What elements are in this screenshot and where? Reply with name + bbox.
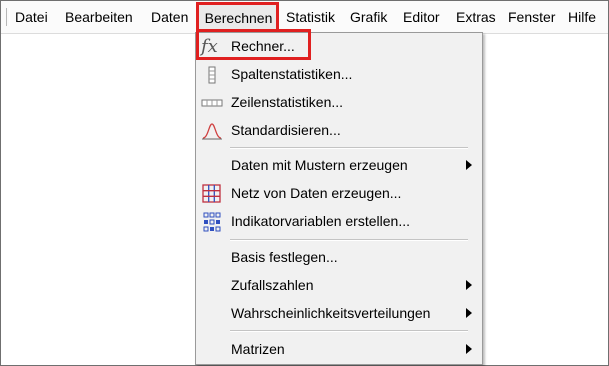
fx-icon: fx [201,36,218,57]
menuitem-indikatorvariablen[interactable]: Indikatorvariablen erstellen... [196,208,482,236]
menu-separator [230,147,468,149]
menu-extras[interactable]: Extras [456,1,496,33]
menu-daten[interactable]: Daten [151,1,188,33]
menu-statistik[interactable]: Statistik [286,1,335,33]
menuitem-basis-festlegen[interactable]: Basis festlegen... [196,244,482,272]
menuitem-zufallszahlen[interactable]: Zufallszahlen [196,272,482,300]
submenu-arrow-icon [466,344,472,354]
menuitem-label: Standardisieren... [231,122,341,138]
menuitem-label: Basis festlegen... [231,249,338,265]
menuitem-label: Zufallszahlen [231,277,314,293]
menuitem-label: Zeilenstatistiken... [231,94,344,110]
menu-grafik[interactable]: Grafik [350,1,387,33]
menuitem-zeilenstatistiken[interactable]: Zeilenstatistiken... [196,89,482,117]
menuitem-standardisieren[interactable]: Standardisieren... [196,117,482,145]
menuitem-label: Wahrscheinlichkeitsverteilungen [231,305,431,321]
menuitem-label: Indikatorvariablen erstellen... [231,213,410,229]
menuitem-label: Netz von Daten erzeugen... [231,185,402,201]
indicator-variables-icon [203,212,221,232]
berechnen-dropdown: fx Rechner... Spaltenstatistiken... Zeil… [195,32,483,365]
menuitem-label: Rechner... [231,38,295,54]
menuitem-rechner[interactable]: fx Rechner... [196,33,482,61]
menu-hilfe[interactable]: Hilfe [568,1,596,33]
menu-bearbeiten[interactable]: Bearbeiten [65,1,133,33]
submenu-arrow-icon [466,280,472,290]
submenu-arrow-icon [466,308,472,318]
menu-separator [230,330,468,332]
menuitem-spaltenstatistiken[interactable]: Spaltenstatistiken... [196,61,482,89]
menu-fenster[interactable]: Fenster [508,1,555,33]
menu-berechnen[interactable]: Berechnen [198,2,279,34]
menu-datei[interactable]: Datei [15,1,48,33]
menuitem-label: Spaltenstatistiken... [231,66,353,82]
row-stats-icon [201,99,223,107]
menuitem-wahrscheinlichkeitsverteilungen[interactable]: Wahrscheinlichkeitsverteilungen [196,300,482,328]
menu-bar: Datei Bearbeiten Daten Berechnen Statist… [1,1,608,34]
menubar-grip [6,8,10,26]
menuitem-daten-mit-mustern[interactable]: Daten mit Mustern erzeugen [196,152,482,180]
normal-curve-icon [202,123,222,140]
menu-editor[interactable]: Editor [403,1,440,33]
submenu-arrow-icon [466,160,472,170]
menuitem-label: Daten mit Mustern erzeugen [231,157,408,173]
menuitem-matrizen[interactable]: Matrizen [196,336,482,364]
menuitem-label: Matrizen [231,341,285,357]
menuitem-netz-von-daten[interactable]: Netz von Daten erzeugen... [196,180,482,208]
menu-separator [230,239,468,241]
grid-icon [202,184,221,203]
column-stats-icon [208,66,216,84]
